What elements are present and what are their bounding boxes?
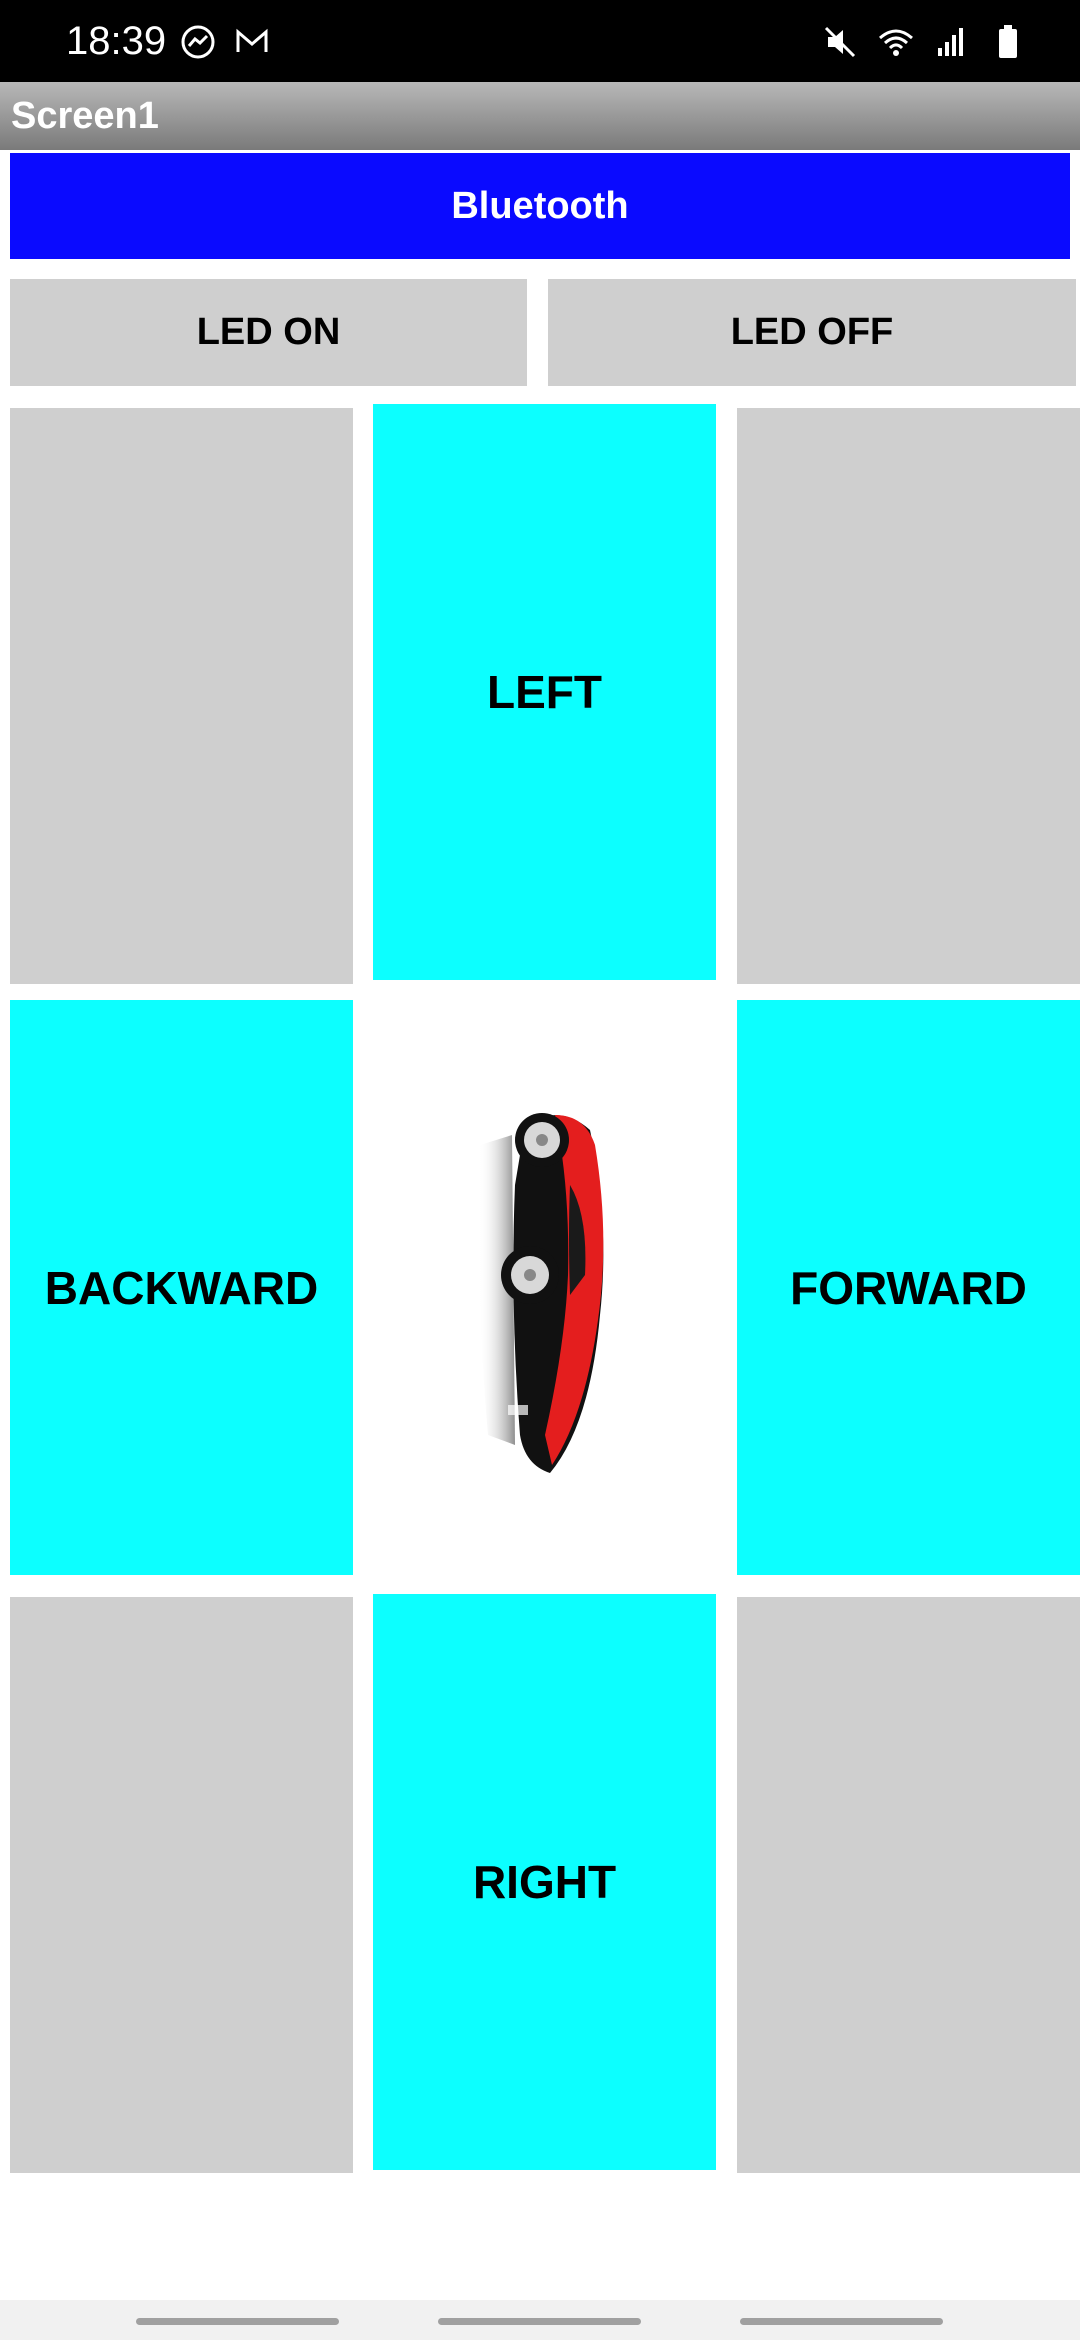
gmail-icon [236, 28, 268, 52]
system-nav-bar [0, 2300, 1080, 2340]
grid-cell-top-left [10, 408, 353, 984]
status-notification-icons [178, 22, 272, 62]
left-button[interactable]: LEFT [373, 404, 716, 980]
right-button[interactable]: RIGHT [373, 1594, 716, 2170]
grid-cell-bottom-left [10, 1597, 353, 2173]
status-time: 18:39 [66, 19, 167, 63]
messenger-icon [181, 25, 215, 59]
grid-cell-top-right [737, 408, 1080, 984]
led-on-button[interactable]: LED ON [10, 279, 527, 386]
screen-title: Screen1 [11, 95, 159, 137]
mute-icon [824, 26, 856, 58]
nav-pill-center[interactable] [438, 2318, 641, 2325]
nav-pill-left[interactable] [136, 2318, 339, 2325]
red-sports-car-icon [478, 1113, 604, 1473]
app-title-bar: Screen1 [0, 82, 1080, 150]
wifi-icon [879, 29, 913, 56]
status-bar: 18:39 [0, 0, 1080, 82]
bluetooth-button[interactable]: Bluetooth [10, 153, 1070, 259]
signal-icon [938, 28, 963, 56]
led-off-button[interactable]: LED OFF [548, 279, 1076, 386]
forward-button[interactable]: FORWARD [737, 1000, 1080, 1575]
backward-button[interactable]: BACKWARD [10, 1000, 353, 1575]
battery-icon [999, 25, 1017, 58]
nav-pill-right[interactable] [740, 2318, 943, 2325]
grid-cell-bottom-right [737, 1597, 1080, 2173]
status-system-icons [820, 22, 1028, 62]
